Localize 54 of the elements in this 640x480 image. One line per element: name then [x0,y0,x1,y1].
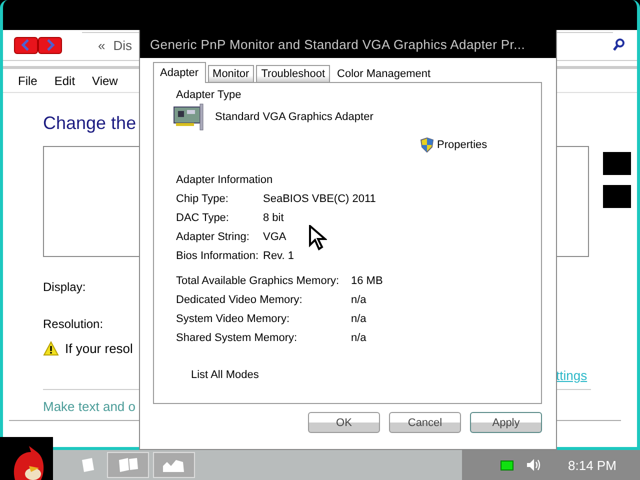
shield-icon [420,137,434,153]
forward-button[interactable] [38,36,62,54]
memory-value: n/a [351,313,368,325]
speaker-icon[interactable] [526,458,542,472]
info-label: Bios Information: [176,250,260,262]
info-label: DAC Type: [176,212,230,224]
info-value: SeaBIOS VBE(C) 2011 [263,193,377,205]
warning-text: If your resol [65,341,133,356]
taskbar-button[interactable] [107,452,149,478]
memory-label: Shared System Memory: [176,332,298,344]
cursor-icon [309,225,327,251]
back-button[interactable] [14,36,38,54]
taskbar-button[interactable] [153,452,195,478]
tab[interactable]: Troubleshoot [256,65,330,82]
tile [603,152,631,175]
menu-item[interactable]: View [92,74,118,88]
memory-label: System Video Memory: [176,313,291,325]
search-icon[interactable] [613,38,625,52]
dialog-button[interactable]: Cancel [389,412,461,433]
resolution-label: Resolution: [43,317,104,331]
breadcrumb-item[interactable]: Dis [113,38,132,53]
network-icon[interactable] [500,460,514,470]
window-icon [80,457,96,473]
info-label: Adapter String: [176,231,250,243]
list-all-modes-button[interactable]: List All Modes [191,369,259,381]
section-heading: Adapter Information [176,174,274,186]
memory-label: Dedicated Video Memory: [176,294,304,306]
breadcrumb-chevron[interactable]: « [98,38,106,53]
dialog-button[interactable]: OK [308,412,380,433]
tab[interactable]: Monitor [208,65,254,82]
windows-icon [116,456,140,474]
section-heading: Adapter Type [176,89,242,101]
page-heading: Change the [43,113,136,134]
dialog-title: Generic PnP Monitor and Standard VGA Graphics Adapter Pr... [140,30,556,58]
adapter-name: Standard VGA Graphics Adapter [215,111,374,123]
info-value: VGA [263,231,288,243]
tile [603,185,631,208]
warning-icon [43,341,59,356]
tab[interactable]: Adapter [153,62,206,83]
memory-value: 16 MB [351,275,384,287]
info-value: Rev. 1 [263,250,295,262]
properties-button[interactable]: Properties [420,137,541,153]
menu-item[interactable]: File [18,74,38,88]
memory-value: n/a [351,332,368,344]
chevron-left-icon [20,39,32,51]
memory-value: n/a [351,294,368,306]
chevron-right-icon [44,39,56,51]
memory-label: Total Available Graphics Memory: [176,275,340,287]
info-label: Chip Type: [176,193,230,205]
display-label: Display: [43,280,86,294]
info-value: 8 bit [263,212,285,224]
graphics-card-icon [173,103,205,131]
menu-item[interactable]: Edit [54,74,76,88]
dialog-button[interactable]: Apply [470,412,542,433]
